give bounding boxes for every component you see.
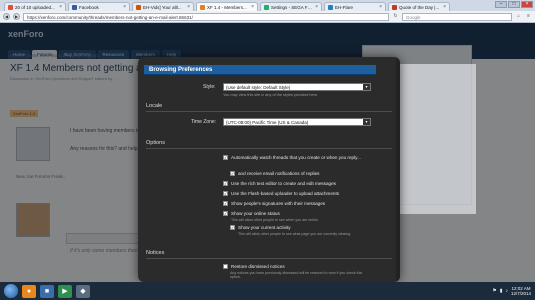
- home-icon[interactable]: ⌂: [515, 13, 522, 20]
- option-rich-editor[interactable]: ✓ Use the rich text editor to create and …: [223, 181, 336, 186]
- browser-tab-active[interactable]: XF 1.4 - Members... ×: [196, 2, 258, 11]
- url-input[interactable]: https://xenforo.com/community/threads/me…: [23, 12, 389, 21]
- current-activity-hint: This will allow other people to see what…: [238, 232, 352, 236]
- browser-tab-bar: 20 of 10 uploaded... × Facebook × EH-Vids]…: [0, 0, 535, 11]
- close-icon[interactable]: ×: [187, 4, 190, 10]
- checkbox[interactable]: ✓: [223, 201, 228, 206]
- checkbox[interactable]: ✓: [223, 211, 228, 216]
- option-flash-uploader[interactable]: ✓ Use the Flash-based uploader to upload …: [223, 191, 339, 196]
- option-label: Show people's signatures with their mess…: [231, 201, 326, 206]
- menu-icon[interactable]: ≡: [525, 13, 532, 20]
- close-icon[interactable]: ×: [59, 4, 62, 10]
- back-icon[interactable]: ◀: [3, 13, 10, 20]
- tab-favicon: [392, 4, 397, 10]
- option-label: Automatically watch threads that you cre…: [231, 155, 361, 160]
- option-current-activity[interactable]: ✓ Show your current activity: [230, 225, 291, 230]
- preferences-modal: Browsing Preferences Style: (Use default…: [138, 57, 400, 282]
- flag-icon[interactable]: ⚑: [492, 288, 496, 294]
- style-select[interactable]: (Use default style: Default Style) ▾: [223, 83, 371, 91]
- network-icon[interactable]: ▮: [500, 288, 503, 294]
- browser-tab[interactable]: EH-Vids] Your allt... ×: [132, 2, 194, 11]
- tab-favicon: [264, 4, 269, 10]
- option-label: Use the rich text editor to create and e…: [231, 181, 336, 186]
- window-controls: – □ ×: [495, 1, 533, 8]
- close-icon[interactable]: ×: [443, 4, 446, 10]
- locale-header: Locale: [146, 103, 163, 109]
- style-hint: You may view this site in any of the sty…: [223, 93, 319, 97]
- close-window-button[interactable]: ×: [521, 1, 533, 8]
- timezone-select-value: (UTC-08:00) Pacific Time (US & Canada): [226, 120, 309, 125]
- browser-tab[interactable]: Settings - SEGA Fu... ×: [260, 2, 322, 11]
- tab-label: EH-Flare: [335, 4, 354, 10]
- browser-tab[interactable]: Facebook ×: [68, 2, 130, 11]
- options-header: Options: [146, 140, 165, 146]
- browser-tab[interactable]: EH-Flare ×: [324, 2, 386, 11]
- checkbox[interactable]: [223, 264, 228, 269]
- tab-favicon: [136, 4, 141, 10]
- option-signatures[interactable]: ✓ Show people's signatures with their mes…: [223, 201, 325, 206]
- style-label: Style:: [203, 84, 216, 90]
- maximize-button[interactable]: □: [508, 1, 520, 8]
- checkbox[interactable]: ✓: [223, 181, 228, 186]
- volume-icon[interactable]: ♪: [505, 288, 508, 294]
- taskbar: ● ■ ▶ ◆ ⚑ ▮ ♪ 12:02 AM 12/7/2014: [0, 282, 535, 300]
- section-divider: [146, 148, 392, 149]
- start-button[interactable]: [4, 284, 18, 298]
- option-restore-notices[interactable]: Restore dismissed notices: [223, 264, 285, 269]
- option-email-notifications[interactable]: ✓ and receive email notifications of repl…: [230, 171, 319, 176]
- tab-label: Quote of the Day |...: [399, 4, 440, 10]
- tab-label: XF 1.4 - Members...: [207, 4, 247, 10]
- option-watch-threads[interactable]: ✓ Automatically watch threads that you cr…: [223, 155, 361, 160]
- timezone-select[interactable]: (UTC-08:00) Pacific Time (US & Canada) ▾: [223, 118, 371, 126]
- checkbox[interactable]: ✓: [230, 225, 235, 230]
- chevron-down-icon: ▾: [363, 84, 370, 90]
- option-label: Use the Flash-based uploader to upload a…: [231, 191, 340, 196]
- clock-date: 12/7/2014: [510, 291, 531, 296]
- system-tray: ⚑ ▮ ♪ 12:02 AM 12/7/2014: [492, 286, 535, 297]
- option-online-status[interactable]: ✓ Show your online status: [223, 211, 280, 216]
- checkbox[interactable]: ✓: [230, 171, 235, 176]
- folder-icon[interactable]: ■: [40, 284, 54, 298]
- tab-label: Facebook: [79, 4, 99, 10]
- tab-favicon: [8, 4, 13, 10]
- tab-label: EH-Vids] Your allt...: [143, 4, 182, 10]
- media-icon[interactable]: ▶: [58, 284, 72, 298]
- timezone-label: Time Zone:: [191, 119, 217, 125]
- browser-tab[interactable]: Quote of the Day |... ×: [388, 2, 450, 11]
- tab-favicon: [200, 4, 205, 10]
- notices-header: Notices: [146, 250, 165, 256]
- modal-title: Browsing Preferences: [144, 65, 376, 75]
- restore-notices-hint: Any notices you have previously dismisse…: [230, 271, 363, 280]
- search-input[interactable]: Google: [402, 12, 512, 21]
- option-label: Show your online status: [231, 211, 280, 216]
- tab-label: Settings - SEGA Fu...: [271, 4, 314, 10]
- minimize-button[interactable]: –: [495, 1, 507, 8]
- online-status-hint: This will allow other people to see when…: [231, 218, 319, 222]
- app-icon[interactable]: ◆: [76, 284, 90, 298]
- close-icon[interactable]: ×: [251, 4, 254, 10]
- firefox-icon[interactable]: ●: [22, 284, 36, 298]
- user-menu-list: [398, 64, 476, 214]
- browser-tab[interactable]: 20 of 10 uploaded... ×: [4, 2, 66, 11]
- option-label: and receive email notifications of repli…: [238, 171, 320, 176]
- close-icon[interactable]: ×: [123, 4, 126, 10]
- tab-favicon: [72, 4, 77, 10]
- checkbox[interactable]: ✓: [223, 191, 228, 196]
- section-divider: [146, 258, 392, 259]
- clock[interactable]: 12:02 AM 12/7/2014: [511, 286, 531, 297]
- close-icon[interactable]: ×: [315, 4, 318, 10]
- style-select-value: (Use default style: Default Style): [226, 85, 291, 90]
- section-divider: [146, 111, 392, 112]
- option-label: Show your current activity: [238, 225, 291, 230]
- checkbox[interactable]: ✓: [223, 155, 228, 160]
- forward-icon[interactable]: ▶: [13, 13, 20, 20]
- option-label: Restore dismissed notices: [231, 264, 285, 269]
- tab-favicon: [328, 4, 333, 10]
- reload-icon[interactable]: ↻: [392, 13, 399, 20]
- tab-label: 20 of 10 uploaded...: [15, 4, 55, 10]
- address-bar: ◀ ▶ https://xenforo.com/community/thread…: [0, 11, 535, 23]
- close-icon[interactable]: ×: [379, 4, 382, 10]
- chevron-down-icon: ▾: [363, 119, 370, 125]
- modal-scrollbar[interactable]: [396, 57, 400, 282]
